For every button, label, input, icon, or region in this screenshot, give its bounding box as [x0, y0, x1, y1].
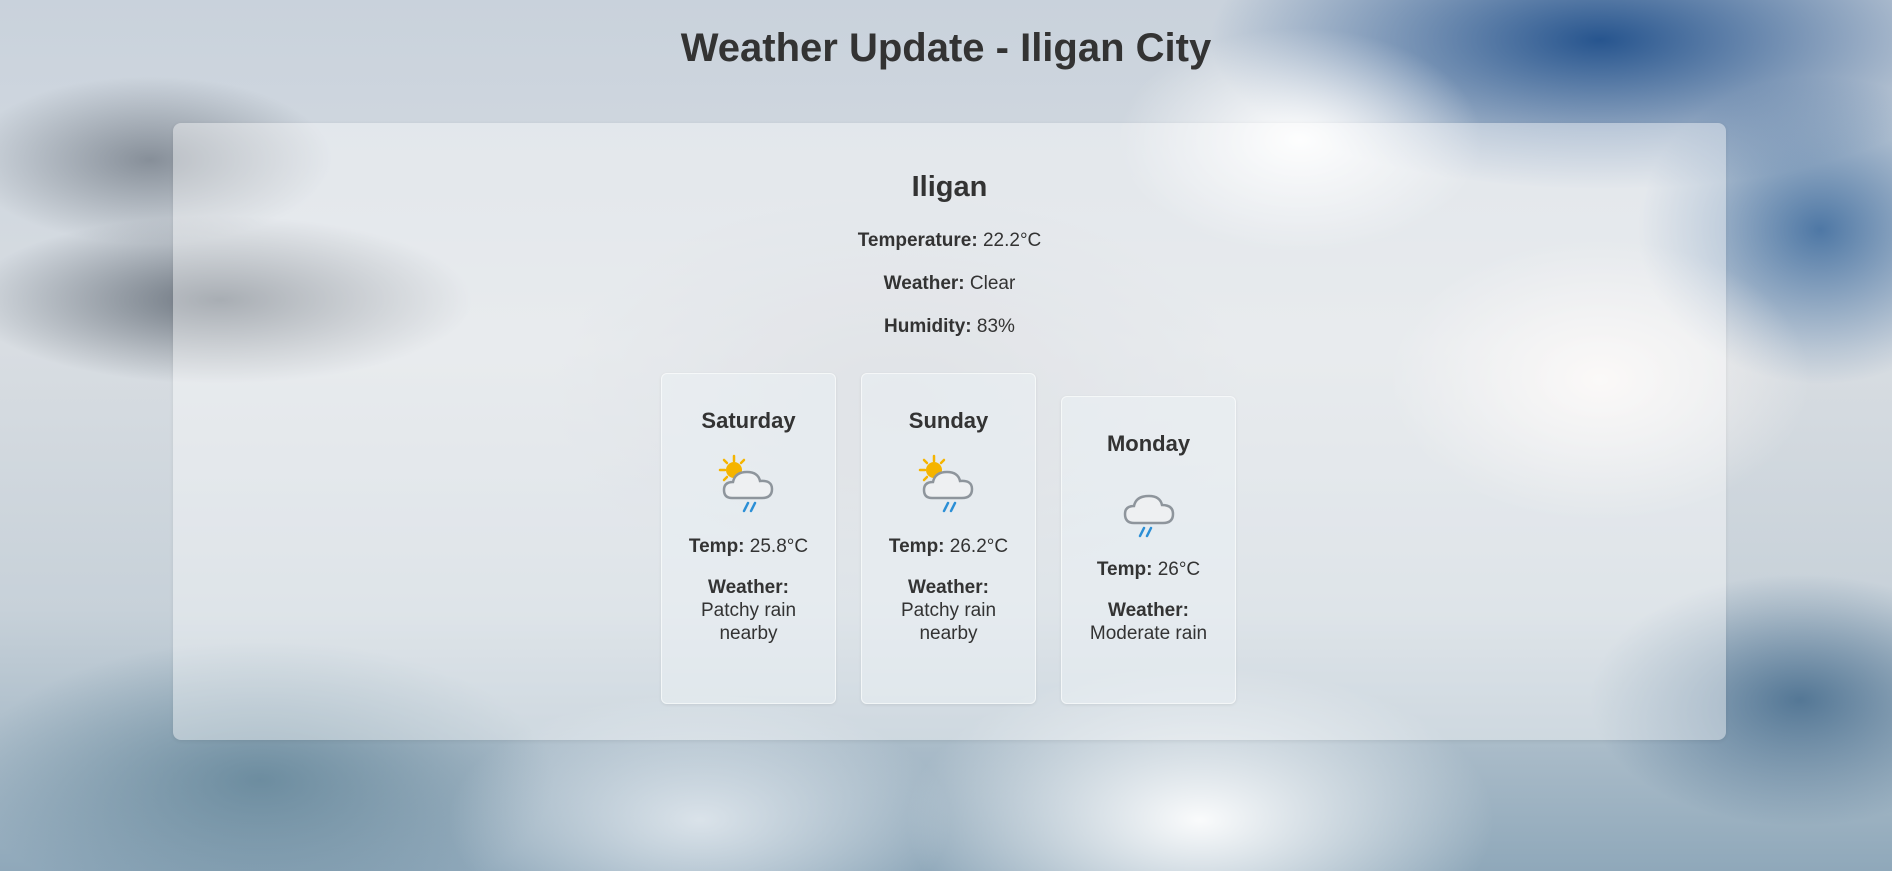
forecast-temp-value: 25.8°C	[749, 536, 809, 557]
forecast-card-monday: Monday Temp: 26°C Weather: Moderate rain	[1061, 396, 1236, 704]
forecast-temp: Temp: 26.2°C	[862, 536, 1035, 558]
forecast-day: Saturday	[701, 408, 796, 433]
forecast-weather-label: Weather:	[908, 577, 989, 598]
forecast-temp-value: 26°C	[1157, 559, 1201, 580]
forecast-weather-value: Moderate rain	[1089, 623, 1208, 644]
forecast-temp: Temp: 26°C	[1062, 559, 1235, 581]
forecast-day: Monday	[1106, 431, 1191, 456]
forecast-weather-value: Patchy rain nearby	[700, 600, 797, 644]
forecast-card-saturday: Saturday Temp: 25.8°C Weather: Patchy ra…	[661, 373, 836, 704]
forecast-temp-value: 26.2°C	[949, 536, 1009, 557]
current-temperature: Temperature: 22.2°C	[173, 230, 1726, 252]
humidity-value: 83%	[976, 316, 1015, 337]
page-title: Weather Update - Iligan City	[680, 26, 1212, 70]
weather-value: Clear	[969, 273, 1016, 294]
forecast-temp-label: Temp:	[1096, 559, 1153, 580]
weather-panel: Iligan Temperature: 22.2°C Weather: Clea…	[173, 123, 1726, 740]
rain-cloud-icon	[1123, 494, 1174, 538]
city-name: Iligan	[911, 171, 988, 203]
temperature-label: Temperature:	[857, 230, 978, 251]
weather-label: Weather:	[883, 273, 965, 294]
temperature-value: 22.2°C	[982, 230, 1042, 251]
forecast-weather-label: Weather:	[1108, 600, 1189, 621]
patchy-rain-sun-icon	[918, 454, 973, 513]
humidity-label: Humidity:	[884, 316, 972, 337]
forecast-temp-label: Temp:	[688, 536, 745, 557]
forecast-weather-label: Weather:	[708, 577, 789, 598]
forecast-day: Sunday	[908, 408, 989, 433]
current-weather: Weather: Clear	[173, 273, 1726, 295]
current-humidity: Humidity: 83%	[173, 316, 1726, 338]
forecast-temp-label: Temp:	[888, 536, 945, 557]
patchy-rain-sun-icon	[718, 454, 773, 513]
forecast-temp: Temp: 25.8°C	[662, 536, 835, 558]
forecast-card-sunday: Sunday Temp: 26.2°C Weather: Patchy rain…	[861, 373, 1036, 704]
forecast-weather-value: Patchy rain nearby	[900, 600, 997, 644]
